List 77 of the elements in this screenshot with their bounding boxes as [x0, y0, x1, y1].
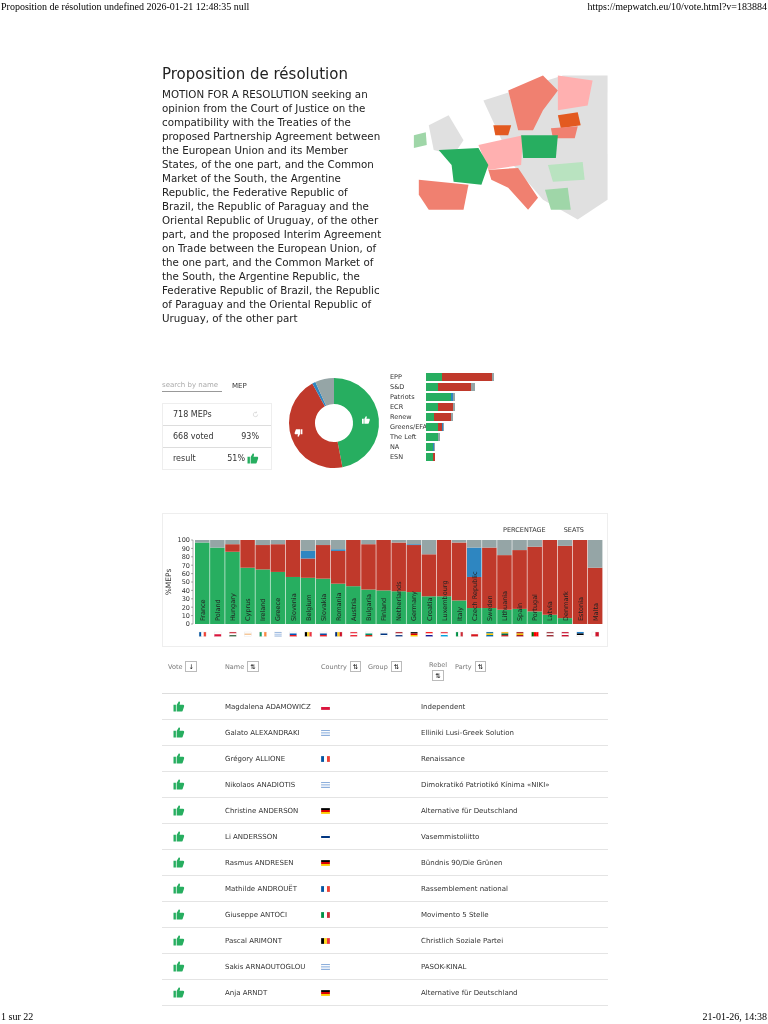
flag-icon [321, 937, 330, 944]
flag-icon [470, 631, 479, 637]
thumbs-up-icon [173, 753, 185, 764]
flag-icon [321, 703, 330, 710]
thumbs-up-icon [173, 727, 185, 738]
print-title: Proposition de résolution undefined 2026-01-21 12:48:35 null [1, 0, 250, 14]
thumbs-up-icon [173, 883, 185, 894]
flag-icon [321, 781, 330, 788]
group-bar [426, 393, 455, 401]
flag-icon [561, 631, 569, 637]
flag-icon [319, 631, 328, 637]
group-bar [426, 423, 444, 431]
thumbs-up-icon [173, 987, 185, 998]
flag-icon [321, 911, 330, 918]
flag-icon [486, 631, 494, 637]
flag-icon [334, 631, 343, 637]
flag-icon [410, 631, 418, 637]
flag-icon [198, 631, 207, 637]
thumbs-up-icon [173, 805, 185, 816]
flag-icon [321, 963, 330, 970]
group-bar [426, 373, 494, 381]
flag-icon [274, 631, 282, 637]
flag-icon [576, 631, 584, 637]
group-bar [426, 413, 453, 421]
thumbs-up-icon [247, 453, 259, 464]
flag-icon [546, 631, 554, 637]
flag-icon [350, 631, 358, 637]
bar [557, 540, 573, 546]
group-bar [426, 403, 455, 411]
flag-icon [321, 833, 330, 840]
voted-percent: 93% [241, 432, 259, 441]
thumbs-up-icon [173, 779, 185, 790]
flag-icon [531, 631, 539, 637]
flag-icon [321, 755, 330, 762]
refresh-icon[interactable] [252, 411, 259, 418]
flag-icon [321, 729, 330, 736]
result-percent: 51% [227, 454, 245, 463]
flag-icon [321, 989, 330, 996]
meps-count: 718 MEPs [173, 410, 212, 419]
voted-count: 668 voted [173, 432, 214, 441]
flag-icon [321, 885, 330, 892]
thumbs-up-icon [173, 831, 185, 842]
flag-icon [591, 631, 600, 637]
vote-description: MOTION FOR A RESOLUTION seeking an opinion from the Court of Justice on the compatibility with the Treaties of the proposed Partnership Agreement between the European Union and its Member States, of the one part, and the Common Market of the South, the Argentine Republic, the Federative Republic of Brazil, the Republic of Paraguay and the Oriental Republic of Uruguay, of the other part, and the proposed Interim Agreement on Trade between the European Union, of the one part, and the Common Market of the South, the Argentine Republic, the Federative Republic of Brazil, the Republic of Paraguay and the Oriental Republic of Uruguay, of the other part [162, 87, 383, 325]
print-date: 21-01-26, 14:38 [702, 1010, 767, 1024]
flag-icon [516, 631, 524, 637]
flag-icon [321, 807, 330, 814]
flag-icon [259, 631, 267, 637]
group-bar [426, 383, 475, 391]
vote-title: Proposition de résolution [162, 65, 349, 83]
page-number: 1 sur 22 [1, 1010, 34, 1024]
thumbs-up-icon [173, 909, 185, 920]
flag-icon [365, 631, 373, 637]
group-bar [426, 453, 435, 461]
flag-icon [289, 631, 297, 637]
flag-icon [244, 631, 252, 637]
result-label: result [173, 454, 196, 463]
thumbs-up-icon [173, 935, 185, 946]
flag-icon [455, 631, 464, 637]
flag-icon [440, 631, 448, 637]
flag-icon [380, 631, 388, 637]
thumbs-up-icon [173, 857, 185, 868]
thumbs-up-icon [173, 961, 185, 972]
flag-icon [229, 631, 237, 637]
flag-icon [321, 859, 330, 866]
thumbs-up-icon [362, 416, 370, 424]
print-url: https://mepwatch.eu/10/vote.html?v=183884 [587, 0, 767, 14]
flag-icon [425, 631, 433, 637]
bar [361, 540, 376, 545]
group-bar [426, 443, 435, 451]
flag-icon [304, 631, 312, 637]
thumbs-up-icon [173, 701, 185, 712]
flag-icon [395, 631, 403, 637]
flag-icon [214, 631, 222, 637]
thumbs-down-icon [294, 429, 303, 437]
flag-icon [501, 631, 509, 637]
group-bar [426, 433, 440, 441]
